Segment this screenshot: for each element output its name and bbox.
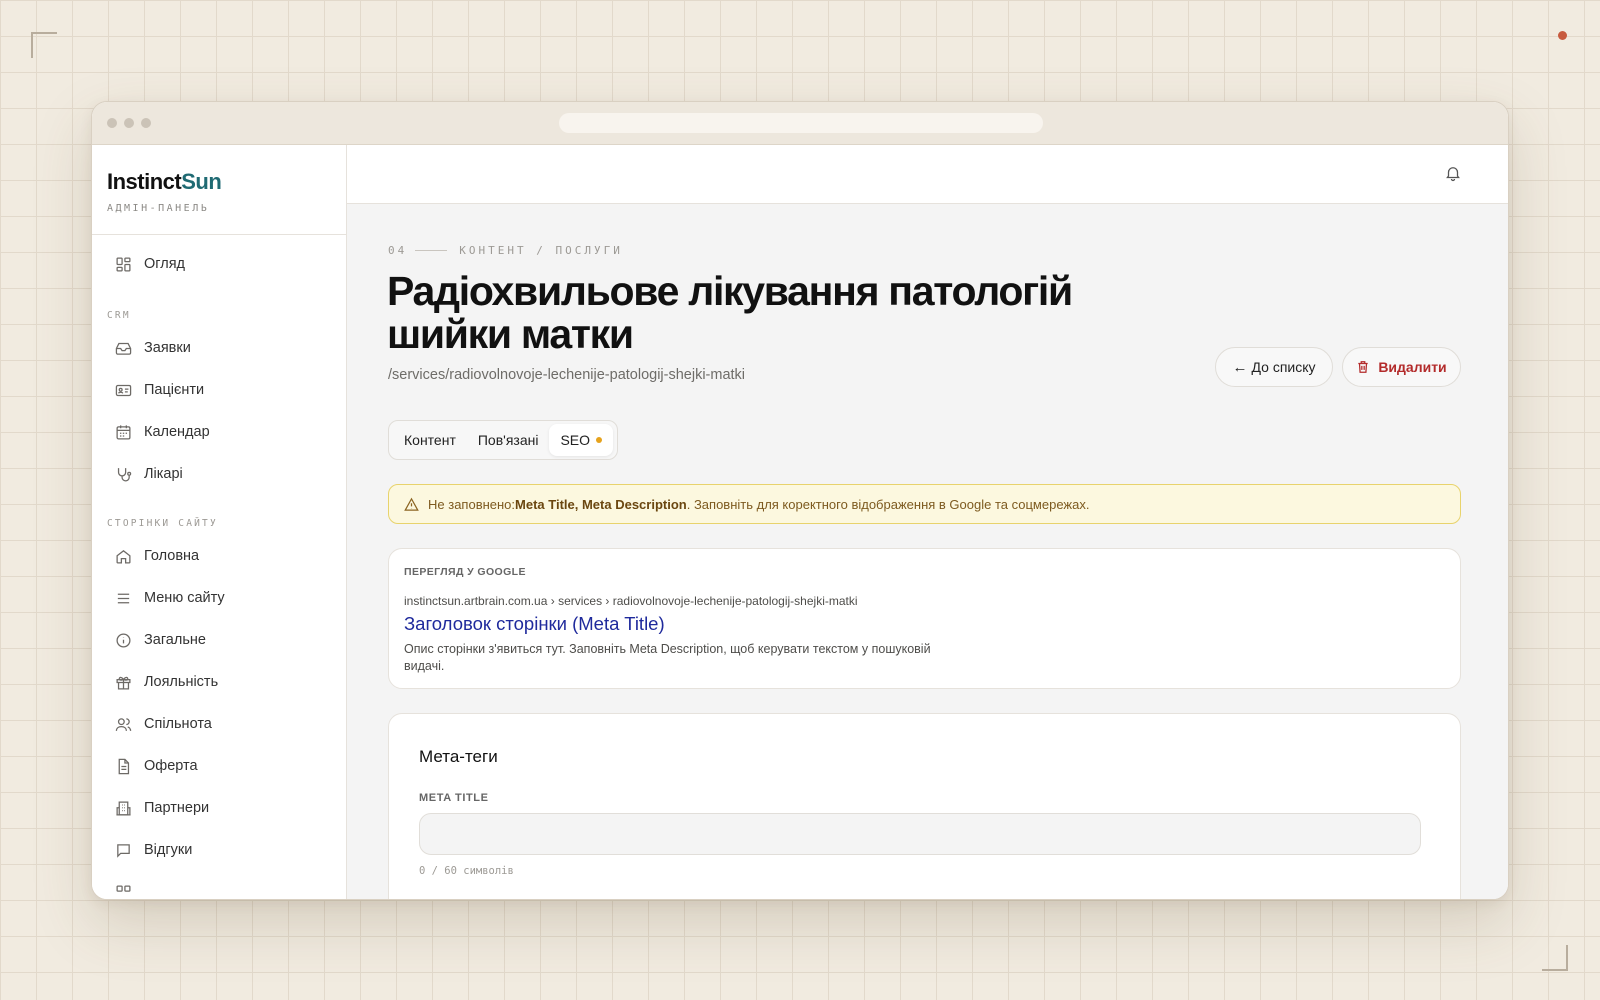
top-bar (347, 145, 1508, 204)
users-icon (114, 715, 132, 733)
sidebar-item-requests[interactable]: Заявки (114, 333, 191, 363)
alert-suffix: . Заповніть для коректного відображення … (686, 496, 1090, 512)
back-to-list-button[interactable]: ← До списку (1215, 347, 1333, 387)
google-preview-title: Заголовок сторінки (Meta Title) (404, 613, 665, 634)
google-preview-card: ПЕРЕГЛЯД У GOOGLE instinctsun.artbrain.c… (388, 548, 1461, 689)
home-icon (114, 547, 132, 565)
sidebar-item-label: Головна (144, 548, 200, 564)
google-preview-url: instinctsun.artbrain.com.ua › services ›… (404, 594, 858, 608)
brand-block: InstinctSun АДМІН-ПАНЕЛЬ (92, 145, 346, 235)
tab-content[interactable]: Контент (393, 424, 467, 456)
sidebar-item-offer[interactable]: Оферта (114, 751, 198, 781)
sidebar-item-more[interactable] (114, 877, 132, 899)
meta-title-label: META TITLE (419, 792, 489, 804)
sidebar-item-label: Календар (144, 424, 210, 440)
message-icon (114, 841, 132, 859)
corner-mark-bottom-right (1542, 945, 1568, 971)
logo[interactable]: InstinctSun (107, 169, 346, 195)
arrow-left-icon: ← (1232, 358, 1248, 376)
sidebar-item-reviews[interactable]: Відгуки (114, 835, 192, 865)
sidebar-item-label: Огляд (144, 256, 186, 272)
window-minimize-dot[interactable] (124, 118, 134, 128)
meta-title-counter: 0 / 60 символів (419, 865, 514, 877)
sidebar-item-calendar[interactable]: Календар (114, 417, 210, 447)
tab-related[interactable]: Пов'язані (467, 424, 550, 456)
calendar-icon (114, 423, 132, 441)
sidebar-item-label: Пацієнти (144, 382, 205, 398)
alert-prefix: Не заповнено: (428, 496, 516, 512)
tab-label: Пов'язані (477, 432, 539, 448)
sidebar-item-label: Спільнота (144, 716, 212, 732)
browser-window: InstinctSun АДМІН-ПАНЕЛЬ Огляд CRM Заявк… (91, 101, 1509, 900)
status-dot (1558, 31, 1567, 40)
breadcrumb-path: КОНТЕНТ / ПОСЛУГИ (459, 244, 623, 257)
menu-icon (114, 589, 132, 607)
logo-text-accent: Sun (181, 169, 222, 194)
sidebar-item-site-menu[interactable]: Меню сайту (114, 583, 225, 613)
gift-icon (114, 673, 132, 691)
logo-text-primary: Instinct (107, 169, 182, 194)
grid-icon (114, 883, 132, 899)
sidebar-item-label: Відгуки (144, 842, 193, 858)
sidebar-item-partners[interactable]: Партнери (114, 793, 209, 823)
bell-icon[interactable] (1444, 164, 1464, 184)
tab-seo[interactable]: SEO (549, 424, 614, 456)
warning-dot (596, 437, 603, 443)
info-icon (114, 631, 132, 649)
breadcrumb-step: 04 (388, 244, 408, 257)
window-titlebar (92, 102, 1508, 145)
section-site-pages: СТОРІНКИ САЙТУ (107, 518, 218, 529)
tab-bar: Контент Пов'язані SEO (388, 420, 619, 460)
sidebar-item-label: Заявки (144, 340, 191, 356)
delete-button[interactable]: Видалити (1342, 347, 1461, 387)
building-icon (114, 799, 132, 817)
section-crm: CRM (107, 310, 131, 321)
sidebar-item-patients[interactable]: Пацієнти (114, 375, 204, 405)
meta-title-input[interactable] (419, 813, 1421, 855)
corner-mark-top-left (31, 32, 57, 58)
document-icon (114, 757, 132, 775)
breadcrumb-divider (415, 250, 448, 251)
id-card-icon (114, 381, 132, 399)
meta-tags-heading: Мета-теги (419, 747, 498, 766)
google-preview-caption: ПЕРЕГЛЯД У GOOGLE (404, 566, 526, 578)
back-button-label: До списку (1251, 359, 1316, 375)
sidebar-item-overview[interactable]: Огляд (114, 249, 185, 279)
sidebar-item-label: Меню сайту (144, 590, 225, 606)
meta-tags-card: Мета-теги META TITLE 0 / 60 символів (388, 713, 1461, 899)
inbox-icon (114, 339, 132, 357)
sidebar-item-loyalty[interactable]: Лояльність (114, 667, 218, 697)
sidebar-item-label: Лікарі (144, 466, 183, 482)
sidebar-item-label: Загальне (144, 632, 206, 648)
trash-icon (1356, 360, 1370, 374)
sidebar-item-home[interactable]: Головна (114, 541, 199, 571)
delete-button-label: Видалити (1378, 359, 1447, 375)
sidebar-item-label: Лояльність (144, 674, 219, 690)
sidebar-item-community[interactable]: Спільнота (114, 709, 212, 739)
sidebar-item-label: Оферта (144, 758, 198, 774)
window-close-dot[interactable] (107, 118, 117, 128)
tab-label: Контент (404, 432, 456, 448)
page-slug: /services/radiovolnovoje-lechenije-patol… (388, 367, 746, 383)
admin-panel-label: АДМІН-ПАНЕЛЬ (107, 203, 210, 214)
sidebar-item-general[interactable]: Загальне (114, 625, 206, 655)
grid-icon (114, 255, 132, 273)
sidebar: InstinctSun АДМІН-ПАНЕЛЬ Огляд CRM Заявк… (92, 145, 347, 899)
sidebar-item-label: Партнери (144, 800, 210, 816)
tab-label: SEO (560, 432, 591, 448)
stethoscope-icon (114, 465, 132, 483)
address-bar[interactable] (559, 113, 1043, 133)
warning-triangle-icon (404, 497, 419, 512)
google-preview-description: Опис сторінки з'явиться тут. Заповніть M… (404, 642, 931, 673)
main-content: 04 КОНТЕНТ / ПОСЛУГИ Радіохвильове лікув… (347, 145, 1508, 899)
alert-fields: Meta Title, Meta Description (515, 496, 687, 512)
missing-fields-alert: Не заповнено: Meta Title, Meta Descripti… (388, 484, 1461, 524)
window-maximize-dot[interactable] (141, 118, 151, 128)
page-title: Радіохвильове лікування патологій шийки … (387, 268, 1073, 357)
breadcrumb: 04 КОНТЕНТ / ПОСЛУГИ (388, 244, 623, 257)
sidebar-item-doctors[interactable]: Лікарі (114, 459, 183, 489)
